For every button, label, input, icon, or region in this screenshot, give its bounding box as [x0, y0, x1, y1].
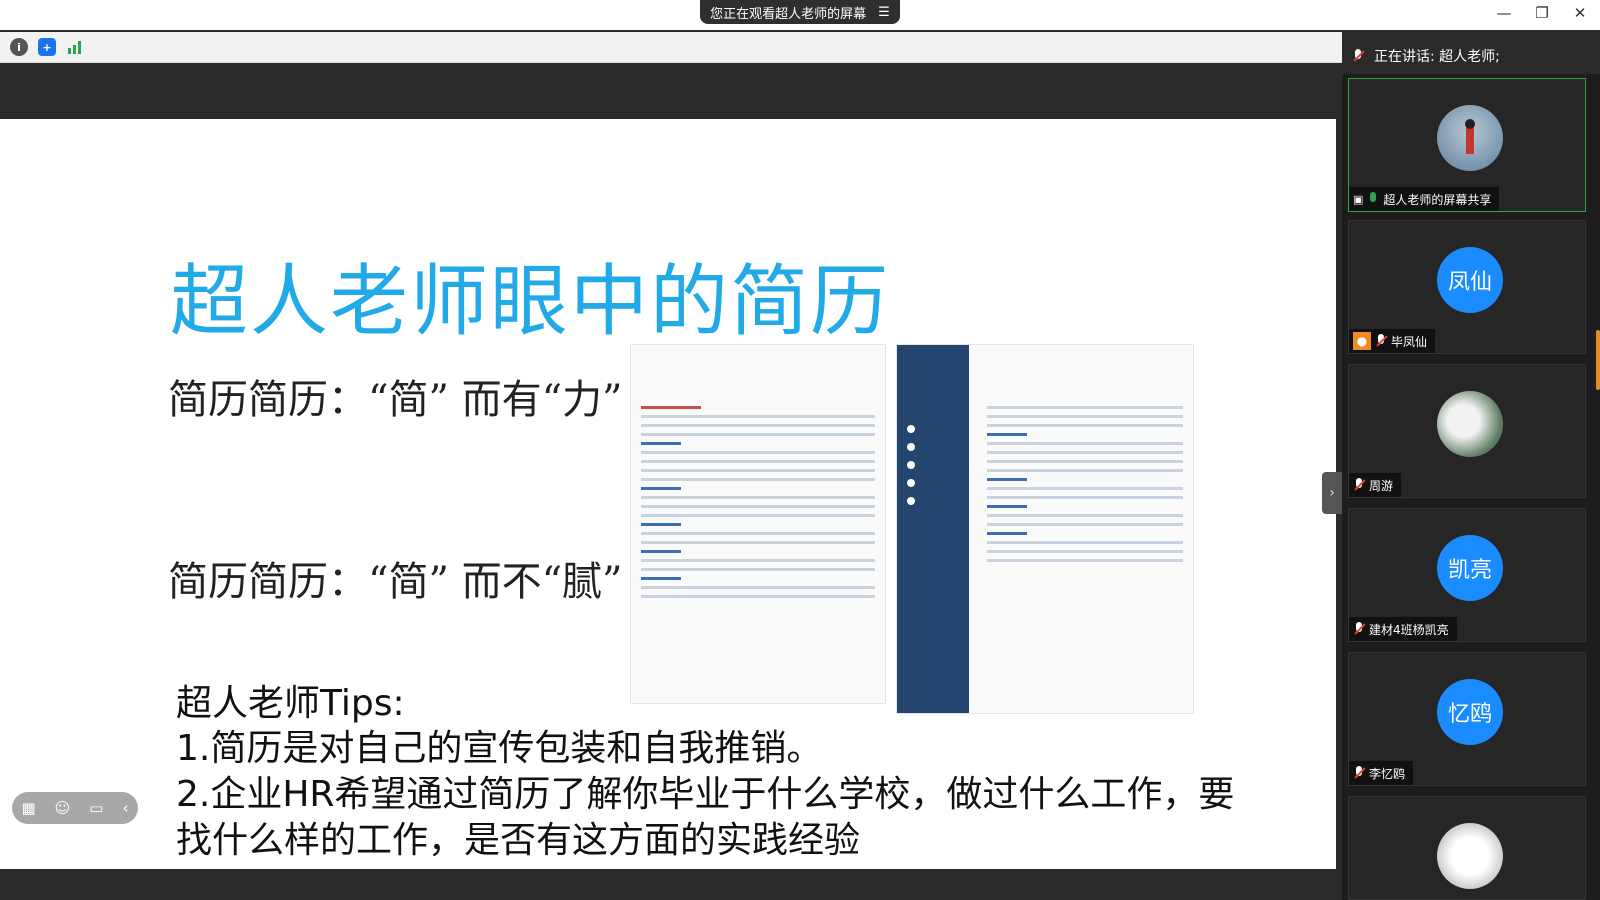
resume-sidebar: [897, 345, 969, 713]
slide-line-1: 简历简历：“简” 而有“力”: [168, 377, 623, 423]
chat-icon[interactable]: ▭: [89, 799, 103, 817]
participant-name: 超人老师的屏幕共享: [1383, 192, 1492, 207]
window-titlebar: 您正在观看超人老师的屏幕 ☰ — ❐ ✕: [0, 0, 1600, 30]
participant-nametag: 周游: [1349, 473, 1402, 497]
user-icon: ●: [1353, 332, 1371, 350]
participant-nametag: ▣ 超人老师的屏幕共享: [1349, 187, 1500, 211]
collapse-icon[interactable]: ‹: [122, 799, 128, 817]
emoji-icon[interactable]: ☺: [55, 799, 71, 817]
participants-panel: 正在讲话: 超人老师; ▣ 超人老师的屏幕共享 凤仙 ● 毕凤仙 周游 凯亮 建…: [1342, 38, 1600, 900]
mic-muted-icon: [1353, 622, 1365, 636]
tip-2-line-1: 2.企业HR希望通过简历了解你毕业于什么学校，做过什么工作，要: [176, 774, 1235, 815]
grid-icon[interactable]: ▦: [21, 799, 35, 817]
tip-1: 1.简历是对自己的宣传包装和自我推销。: [176, 728, 823, 769]
minimize-button[interactable]: —: [1494, 4, 1514, 22]
shared-screen: 超人老师眼中的简历 简历简历：“简” 而有“力” 简历简历：“简” 而不“腻”: [0, 64, 1342, 900]
panel-scrollbar[interactable]: [1596, 330, 1600, 390]
signal-icon[interactable]: [66, 38, 84, 56]
slide-title: 超人老师眼中的简历: [170, 257, 891, 347]
presentation-slide: 超人老师眼中的简历 简历简历：“简” 而有“力” 简历简历：“简” 而不“腻”: [0, 119, 1336, 869]
mic-muted-icon: [1375, 334, 1387, 348]
participant-card[interactable]: 凤仙 ● 毕凤仙: [1348, 220, 1586, 354]
participant-card[interactable]: [1348, 796, 1586, 900]
avatar: [1437, 823, 1503, 889]
floating-toolbar: ▦ ☺ ▭ ‹: [12, 792, 138, 824]
speaking-indicator: 正在讲话: 超人老师;: [1342, 38, 1600, 74]
avatar: 忆鸥: [1437, 679, 1503, 745]
participant-card[interactable]: 周游: [1348, 364, 1586, 498]
participant-name: 周游: [1369, 478, 1394, 493]
restore-button[interactable]: ❐: [1532, 4, 1552, 22]
mic-muted-icon: [1353, 478, 1365, 492]
participant-card[interactable]: 忆鸥 李忆鸥: [1348, 652, 1586, 786]
menu-icon[interactable]: ☰: [878, 5, 890, 20]
shield-icon[interactable]: +: [38, 38, 56, 56]
participant-name: 李忆鸥: [1369, 766, 1406, 781]
meeting-info-bar: i +: [0, 32, 1342, 63]
avatar: [1437, 391, 1503, 457]
screen-share-icon: ▣: [1353, 192, 1364, 206]
participant-name: 毕凤仙: [1391, 334, 1428, 349]
panel-toggle-button[interactable]: ›: [1322, 472, 1342, 514]
participant-nametag: 李忆鸥: [1349, 761, 1414, 785]
mic-on-icon: [1367, 192, 1379, 206]
share-banner-label: 您正在观看超人老师的屏幕: [710, 6, 867, 22]
slide-line-2: 简历简历：“简” 而不“腻”: [168, 559, 623, 605]
screen-share-banner[interactable]: 您正在观看超人老师的屏幕 ☰: [700, 0, 900, 24]
close-button[interactable]: ✕: [1570, 4, 1590, 22]
speaking-label: 正在讲话: 超人老师;: [1374, 49, 1500, 65]
mic-muted-icon: [1352, 49, 1364, 63]
participant-card[interactable]: ▣ 超人老师的屏幕共享: [1348, 78, 1586, 212]
resume-sample-image-1: [630, 344, 886, 704]
avatar: [1437, 105, 1503, 171]
info-icon[interactable]: i: [10, 38, 28, 56]
participant-nametag: 建材4班杨凯亮: [1349, 617, 1457, 641]
mic-muted-icon: [1353, 766, 1365, 780]
avatar: 凤仙: [1437, 247, 1503, 313]
participant-card[interactable]: 凯亮 建材4班杨凯亮: [1348, 508, 1586, 642]
participant-name: 建材4班杨凯亮: [1369, 622, 1449, 637]
avatar: 凯亮: [1437, 535, 1503, 601]
resume-sample-image-2: [896, 344, 1194, 714]
tip-2-line-2: 找什么样的工作，是否有这方面的实践经验: [176, 820, 861, 861]
participant-nametag: ● 毕凤仙: [1349, 329, 1436, 353]
window-controls: — ❐ ✕: [1494, 4, 1590, 22]
